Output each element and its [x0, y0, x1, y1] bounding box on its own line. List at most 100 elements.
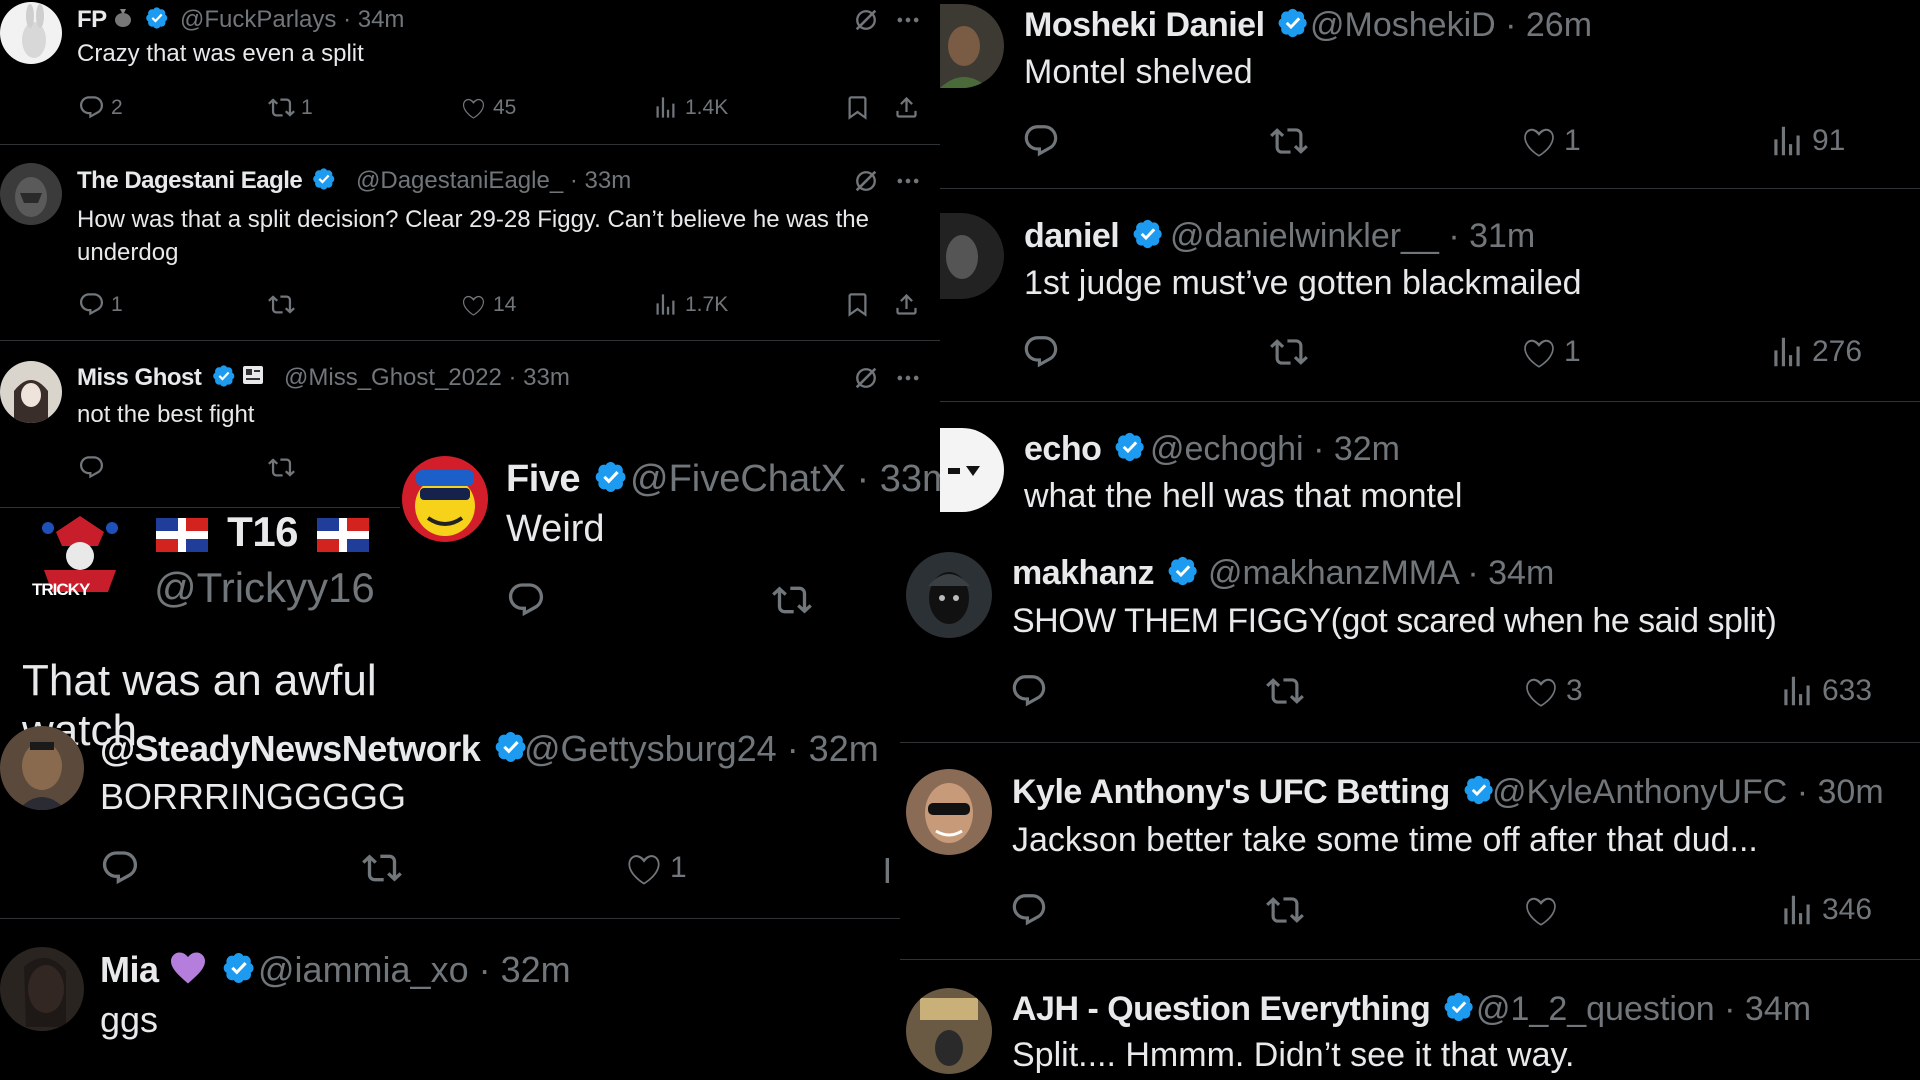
like-icon[interactable] — [1522, 891, 1560, 929]
reply-icon[interactable] — [506, 580, 546, 620]
avatar[interactable] — [0, 726, 84, 810]
avatar[interactable]: TRICKY — [28, 512, 132, 604]
timestamp[interactable]: · 33m — [570, 167, 631, 194]
tweet-fp[interactable]: FP @FuckParlays · 34m Crazy that was eve… — [0, 0, 940, 144]
like-button[interactable]: 1 — [1520, 333, 1581, 371]
repost-icon[interactable] — [362, 848, 402, 888]
repost-icon[interactable] — [1266, 672, 1304, 710]
avatar[interactable] — [0, 361, 62, 423]
tweet-t16[interactable]: TRICKY T16 @Trickyy16 That was an awful … — [0, 508, 400, 755]
user-handle[interactable]: @Trickyy16 — [154, 564, 375, 612]
display-name[interactable]: daniel — [1024, 217, 1164, 256]
avatar[interactable] — [906, 552, 992, 638]
like-button[interactable]: 1 — [1520, 122, 1581, 160]
user-handle[interactable]: @FuckParlays — [180, 6, 336, 33]
views-button[interactable]: 346 — [1778, 891, 1872, 929]
repost-button[interactable]: 1 — [268, 94, 313, 121]
repost-button[interactable] — [268, 291, 301, 318]
user-handle[interactable]: @1_2_question — [1476, 990, 1715, 1028]
timestamp[interactable]: · 32m — [479, 949, 571, 990]
repost-icon[interactable] — [1270, 122, 1308, 160]
reply-icon[interactable] — [1010, 672, 1048, 710]
display-name[interactable]: @SteadyNewsNetwork — [100, 728, 528, 770]
reply-button[interactable]: 1 — [78, 291, 123, 318]
bookmark-icon[interactable] — [844, 94, 871, 121]
views-button[interactable]: 91 — [1768, 122, 1845, 160]
views-button[interactable]: 276 — [1768, 333, 1862, 371]
more-icon[interactable] — [894, 6, 922, 34]
display-name[interactable]: T16 — [156, 508, 370, 556]
user-handle[interactable]: @echoghi — [1150, 430, 1304, 468]
user-handle[interactable]: @MoshekiD — [1310, 6, 1496, 44]
tweet-steady-news-network[interactable]: @SteadyNewsNetwork @Gettysburg24 · 32m B… — [0, 718, 900, 918]
like-button[interactable]: 45 — [460, 94, 516, 121]
avatar[interactable] — [906, 988, 992, 1074]
timestamp[interactable]: · 32m — [1313, 430, 1400, 468]
display-name[interactable]: Five — [506, 458, 628, 501]
display-name[interactable]: echo — [1024, 430, 1146, 469]
user-handle[interactable]: @danielwinkler__ — [1170, 217, 1439, 255]
display-name[interactable]: makhanz — [1012, 554, 1199, 593]
timestamp[interactable]: · 32m — [787, 728, 879, 769]
share-icon[interactable] — [893, 94, 920, 121]
avatar[interactable] — [0, 2, 62, 64]
reply-icon[interactable] — [1022, 122, 1060, 160]
reply-icon[interactable] — [100, 848, 140, 888]
tweet-ajh[interactable]: AJH - Question Everything @1_2_question … — [900, 960, 1920, 1080]
user-handle[interactable]: @iammia_xo — [258, 949, 469, 990]
user-handle[interactable]: @KyleAnthonyUFC — [1492, 773, 1787, 811]
views-button[interactable]: 633 — [1778, 672, 1872, 710]
reply-icon[interactable] — [1022, 333, 1060, 371]
timestamp[interactable]: · 34m — [1467, 554, 1554, 592]
timestamp[interactable]: · 34m — [343, 6, 404, 33]
display-name[interactable]: Mia — [100, 949, 256, 994]
grok-icon[interactable] — [852, 364, 880, 392]
avatar[interactable] — [402, 456, 488, 542]
views-button[interactable]: 1.7K — [652, 291, 728, 318]
bookmark-icon[interactable] — [844, 291, 871, 318]
tweet-echo[interactable]: echo @echoghi · 32m what the hell was th… — [940, 402, 1920, 542]
avatar[interactable] — [940, 4, 1004, 88]
avatar[interactable] — [0, 947, 84, 1031]
repost-icon[interactable] — [1270, 333, 1308, 371]
timestamp[interactable]: · 31m — [1448, 217, 1535, 255]
user-handle[interactable]: @makhanzMMA — [1208, 554, 1458, 592]
display-name[interactable]: Kyle Anthony's UFC Betting — [1012, 773, 1495, 812]
reply-button[interactable]: 2 — [78, 94, 123, 121]
timestamp[interactable]: · 30m — [1797, 773, 1884, 811]
repost-icon[interactable] — [772, 580, 812, 620]
timestamp[interactable]: · 34m — [1724, 990, 1811, 1028]
tweet-mosheki-daniel[interactable]: Mosheki Daniel @MoshekiD · 26m Montel sh… — [940, 0, 1920, 188]
tweet-dagestani-eagle[interactable]: The Dagestani Eagle @DagestaniEagle_ · 3… — [0, 145, 940, 340]
grok-icon[interactable] — [852, 6, 880, 34]
user-handle[interactable]: @FiveChatX — [630, 458, 846, 500]
repost-icon[interactable] — [268, 454, 295, 481]
tweet-daniel[interactable]: daniel @danielwinkler__ · 31m 1st judge … — [940, 189, 1920, 401]
tweet-kyle-anthony[interactable]: Kyle Anthony's UFC Betting @KyleAnthonyU… — [900, 743, 1920, 959]
avatar[interactable] — [0, 163, 62, 225]
avatar[interactable] — [940, 213, 1004, 299]
tweet-mia[interactable]: Mia @iammia_xo · 32m ggs — [0, 919, 900, 1080]
tweet-five[interactable]: Five @FiveChatX · 33m Weird — [400, 450, 954, 630]
more-icon[interactable] — [894, 364, 922, 392]
user-handle[interactable]: @Miss_Ghost_2022 — [284, 364, 502, 391]
like-button[interactable]: 3 — [1522, 672, 1583, 710]
like-button[interactable]: 14 — [460, 291, 516, 318]
more-icon[interactable] — [894, 167, 922, 195]
avatar[interactable] — [940, 428, 1004, 512]
display-name[interactable]: Miss Ghost — [77, 364, 264, 393]
views-button[interactable]: 1.4K — [652, 94, 728, 121]
display-name[interactable]: Mosheki Daniel — [1024, 6, 1309, 45]
like-button[interactable]: 1 — [624, 848, 687, 888]
display-name[interactable]: AJH - Question Everything — [1012, 990, 1475, 1029]
display-name[interactable]: The Dagestani Eagle — [77, 167, 336, 195]
views-icon[interactable] — [878, 848, 900, 888]
repost-icon[interactable] — [1266, 891, 1304, 929]
avatar[interactable] — [906, 769, 992, 855]
timestamp[interactable]: · 33m — [508, 364, 569, 391]
user-handle[interactable]: @DagestaniEagle_ — [356, 167, 563, 194]
reply-icon[interactable] — [78, 454, 105, 481]
timestamp[interactable]: · 26m — [1505, 6, 1592, 44]
tweet-makhanz[interactable]: makhanz @makhanzMMA · 34m SHOW THEM FIGG… — [900, 542, 1920, 742]
display-name[interactable]: FP — [77, 6, 169, 35]
